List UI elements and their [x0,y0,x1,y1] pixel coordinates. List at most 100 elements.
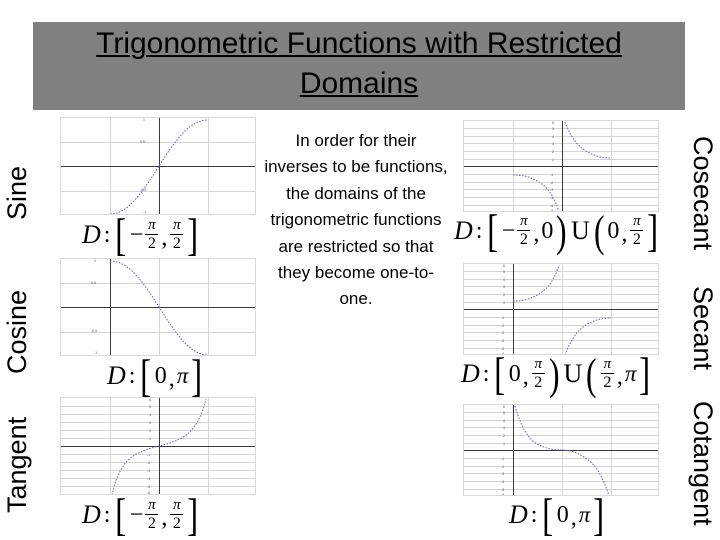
union-symbol: U [570,216,590,246]
row-label-cosecant: Cosecant [688,135,718,251]
minus-sign: − [129,221,144,248]
right-bracket: ] [187,209,199,260]
domain-formula-sine: D : [ − π 2 , π 2 ] [82,209,202,260]
domain-formula-secant: D : [ 0 , π 2 ) U ( π 2 , π ] [461,348,654,399]
denominator: 2 [519,231,528,249]
plot-cotangent: 6 5 4 3 2 1 -1 -2 -3 -4 -5 -6 [463,404,659,496]
fraction-pi-over-2: π 2 [170,217,184,253]
left-paren: ( [586,349,597,399]
plot-sine: 1 0.5 -0.5 -1 [60,117,256,215]
row-label-sine: Sine [2,165,32,221]
comma: , [522,363,529,390]
domain-formula-cotangent: D : [ 0 , π ] [509,489,608,540]
ytick: 4 [552,135,554,139]
ytick: 2 [503,293,505,297]
graph-block-cosecant: 6 5 4 3 2 1 -1 -2 -3 -4 -5 -6 D : [ − π … [454,120,659,253]
ytick: 5 [503,411,505,415]
left-bracket: [ [494,348,506,399]
domain-colon: : [530,501,538,528]
ytick: -2 [147,461,151,465]
numerator: π [173,497,181,514]
domain-var: D [461,359,480,389]
denominator: 2 [534,374,543,392]
interval-end: π [624,361,637,387]
ytick: -2 [501,465,505,469]
domain-colon: : [482,360,490,387]
ytick: -4 [501,339,505,343]
ytick: 1 [94,259,96,263]
domain-var: D [82,220,101,250]
ytick: 3 [149,421,151,425]
numerator: π [173,217,181,234]
ytick: -1 [550,173,554,177]
domain-colon: : [103,221,111,248]
ytick: 6 [552,121,554,125]
domain-var: D [107,361,126,391]
interval-start: 0 [556,501,569,528]
row-label-secant: Secant [688,285,718,371]
comma: , [616,363,623,390]
graph-block-sine: 1 0.5 -0.5 -1 D : [ − π 2 , π 2 ] [60,117,256,257]
ytick: 4 [149,413,151,417]
right-paren: ) [548,349,560,399]
numerator: π [520,213,528,230]
graph-block-secant: 6 5 4 3 2 1 -1 -2 -3 -4 -5 -6 D : [ 0 , … [461,263,659,396]
ytick: -0.5 [91,329,98,333]
graph-block-tangent: 6 5 4 3 2 1 -1 -2 -3 -4 -5 -6 D : [ − π … [60,397,256,537]
ytick: 6 [149,398,151,402]
union-symbol: U [563,359,583,389]
right-bracket: ] [593,489,605,540]
left-bracket: [ [542,489,554,540]
ytick: 5 [503,270,505,274]
ytick: -3 [501,331,505,335]
ytick: 2 [552,150,554,154]
denominator: 2 [603,374,612,392]
ytick: -6 [147,491,151,495]
denominator: 2 [147,235,156,253]
ytick: -5 [147,485,151,489]
fraction-pi-over-2: π 2 [630,214,644,249]
right-bracket: ] [639,348,651,399]
slide-canvas: Trigonometric Functions with Restricted … [0,0,720,540]
ytick: 1 [503,301,505,305]
numerator: π [148,497,156,514]
graph-block-cotangent: 6 5 4 3 2 1 -1 -2 -3 -4 -5 -6 D : [ 0 , … [463,404,659,537]
comma: , [533,220,540,247]
ytick: 4 [503,419,505,423]
right-bracket: ] [191,350,203,401]
ytick: -5 [550,204,554,208]
row-label-cosine: Cosine [2,289,32,375]
curve-tangent [111,398,207,494]
comma: , [621,220,628,247]
numerator: π [534,356,543,373]
right-paren: ) [556,206,567,256]
domain-formula-cosine: D : [ 0 , π ] [107,350,206,401]
ytick: -1 [501,457,505,461]
right-bracket: ] [187,489,199,540]
left-bracket: [ [487,205,499,256]
fraction-pi-over-2: π 2 [600,356,614,392]
fraction-pi-over-2: π 2 [145,218,159,253]
domain-var: D [509,500,528,530]
left-bracket: [ [140,350,152,401]
ytick: -2 [501,324,505,328]
plot-cosine: 1 0.5 -0.5 -1 [60,258,256,356]
denominator: 2 [147,515,156,533]
domain-var: D [454,216,473,246]
numerator: π [603,356,612,373]
title-band: Trigonometric Functions with Restricted … [33,22,685,110]
ytick: 3 [552,142,554,146]
explanatory-paragraph: In order for their inverses to be functi… [264,131,448,309]
domain-formula-tangent: D : [ − π 2 , π 2 ] [82,489,202,540]
denominator: 2 [632,231,641,249]
ytick: 1 [503,442,505,446]
domain-formula-cosecant: D : [ − π 2 , 0 ) U ( 0 , π 2 ] [454,205,662,256]
ytick: -4 [501,480,505,484]
denominator: 2 [172,235,181,253]
graph-block-cosine: 1 0.5 -0.5 -1 D : [ 0 , π ] [60,258,256,398]
row-label-tangent: Tangent [2,416,32,514]
interval-end: π [176,363,189,389]
minus-sign: − [501,217,516,244]
ytick: -6 [501,493,505,496]
ytick: -5 [501,488,505,492]
